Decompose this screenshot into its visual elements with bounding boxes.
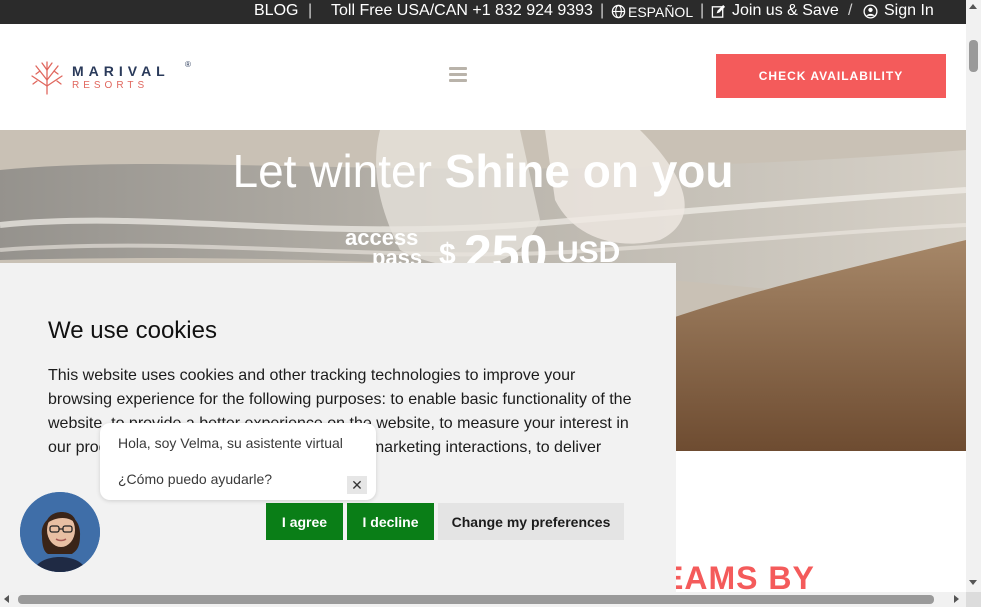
headline-bold: Shine on you	[444, 145, 734, 197]
separator: |	[308, 2, 313, 19]
marival-logo[interactable]: MARIVAL ® RESORTS	[28, 58, 198, 98]
cookie-title: We use cookies	[48, 317, 217, 344]
chat-question: ¿Cómo puedo ayudarle?	[118, 471, 273, 487]
agree-button[interactable]: I agree	[266, 503, 343, 540]
horizontal-scrollbar[interactable]	[0, 592, 966, 607]
globe-icon	[611, 4, 626, 19]
separator: |	[700, 2, 705, 19]
vertical-scroll-thumb[interactable]	[969, 40, 978, 72]
logo-name: MARIVAL	[72, 63, 170, 79]
decline-button[interactable]: I decline	[347, 503, 434, 540]
separator: |	[600, 2, 605, 19]
site-header: MARIVAL ® RESORTS CHECK AVAILABILITY	[0, 24, 966, 130]
assistant-avatar[interactable]	[20, 492, 100, 572]
scroll-left-icon[interactable]	[4, 595, 9, 603]
top-utility-bar: BLOG | Toll Free USA/CAN +1 832 924 9393…	[0, 0, 966, 24]
language-link[interactable]: ESPAÑOL	[628, 4, 693, 20]
scroll-up-icon[interactable]	[969, 4, 977, 9]
check-availability-button[interactable]: CHECK AVAILABILITY	[716, 54, 946, 98]
vertical-scrollbar[interactable]	[966, 0, 981, 607]
close-icon[interactable]: ✕	[347, 476, 367, 494]
scroll-down-icon[interactable]	[969, 580, 977, 585]
hamburger-menu-icon[interactable]	[449, 67, 469, 83]
logo-subtitle: RESORTS	[72, 80, 149, 91]
hero-headline: Let winter Shine on you	[0, 144, 966, 198]
chat-assistant-bubble[interactable]: Hola, soy Velma, su asistente virtual ¿C…	[100, 423, 376, 500]
user-circle-icon	[863, 4, 878, 19]
separator: /	[848, 2, 853, 19]
headline-light: Let winter	[232, 145, 445, 197]
change-preferences-button[interactable]: Change my preferences	[438, 503, 624, 540]
sign-in-link[interactable]: Sign In	[884, 2, 934, 20]
horizontal-scroll-thumb[interactable]	[18, 595, 934, 604]
phone-number[interactable]: Toll Free USA/CAN +1 832 924 9393	[331, 2, 593, 20]
scrollbar-corner	[966, 592, 981, 607]
assistant-portrait	[20, 492, 100, 572]
registered-mark: ®	[185, 60, 191, 69]
blog-link[interactable]: BLOG	[254, 2, 298, 20]
coral-logo-icon	[31, 61, 63, 95]
edit-icon	[711, 4, 726, 18]
join-link[interactable]: Join us & Save	[732, 2, 839, 20]
chat-greeting: Hola, soy Velma, su asistente virtual	[118, 435, 343, 451]
scroll-right-icon[interactable]	[954, 595, 959, 603]
